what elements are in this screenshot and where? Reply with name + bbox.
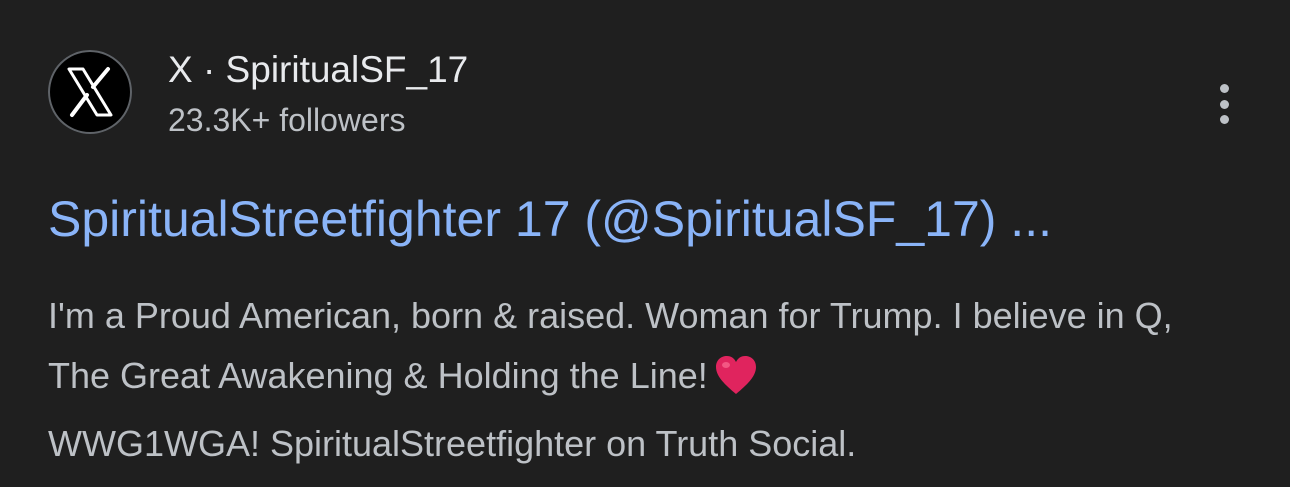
result-snippet: I'm a Proud American, born & raised. Wom… xyxy=(48,286,1228,474)
source-name[interactable]: X · SpiritualSF_17 xyxy=(168,50,468,90)
snippet-text: I'm a Proud American, born & raised. Wom… xyxy=(48,295,1173,396)
red-heart-icon xyxy=(714,354,758,414)
follower-count: 23.3K+ followers xyxy=(168,102,406,138)
x-logo-icon[interactable] xyxy=(48,50,132,134)
more-vertical-icon xyxy=(1219,84,1229,93)
result-title-link[interactable]: SpiritualStreetfighter 17 (@SpiritualSF_… xyxy=(48,188,1248,250)
search-result-card: X · SpiritualSF_17 23.3K+ followers Spir… xyxy=(0,0,1290,487)
more-options-button[interactable] xyxy=(1204,80,1244,128)
snippet-text-end: WWG1WGA! SpiritualStreetfighter on Truth… xyxy=(48,423,857,464)
